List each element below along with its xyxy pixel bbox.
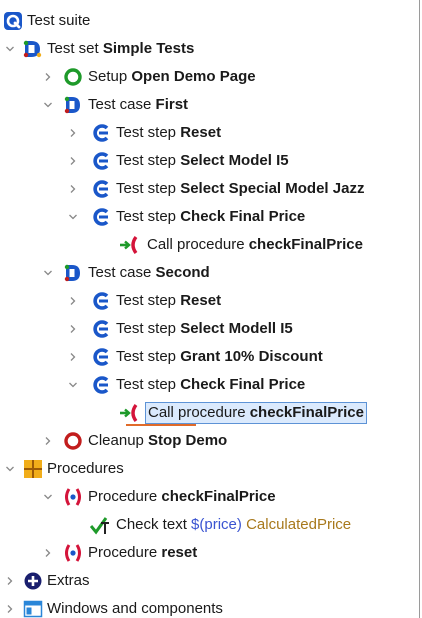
procedure-call-icon — [118, 399, 140, 427]
tree-node-label: Test case Second — [88, 264, 210, 281]
setup-icon — [62, 63, 84, 91]
tree-node-label: Cleanup Stop Demo — [88, 432, 228, 449]
chevron-down-icon[interactable] — [66, 203, 80, 231]
tree-node-test-case[interactable]: Test case Second — [0, 259, 419, 287]
procedure-icon — [62, 539, 84, 567]
tree-node-test-case[interactable]: Test case First — [0, 91, 419, 119]
tree-node-procedures[interactable]: Procedures — [0, 455, 419, 483]
extras-icon — [22, 567, 44, 595]
tree-node-test-step[interactable]: Test step Check Final Price — [0, 371, 419, 399]
procedure-icon — [62, 483, 84, 511]
tree-node-test-step[interactable]: Test step Reset — [0, 119, 419, 147]
tree-node-label: Call procedure checkFinalPrice — [147, 236, 363, 253]
tree-node-test-set[interactable]: Test set Simple Tests — [0, 35, 419, 63]
chevron-right-icon[interactable] — [3, 595, 17, 618]
insertion-marker — [126, 424, 196, 426]
tree-node-label: Test suite — [27, 12, 91, 29]
chevron-down-icon[interactable] — [41, 259, 55, 287]
package-icon — [22, 455, 44, 483]
chevron-down-icon[interactable] — [3, 455, 17, 483]
tree-node-label: Procedure reset — [88, 544, 198, 561]
test-suite-tree: Test suite Test set Simple Tests Setup O… — [0, 7, 419, 618]
test-step-icon — [90, 119, 112, 147]
test-step-icon — [90, 371, 112, 399]
chevron-right-icon[interactable] — [66, 343, 80, 371]
chevron-down-icon[interactable] — [41, 483, 55, 511]
chevron-right-icon[interactable] — [66, 147, 80, 175]
test-step-icon — [90, 147, 112, 175]
test-set-icon — [22, 35, 44, 63]
chevron-right-icon[interactable] — [66, 287, 80, 315]
tree-node-procedure[interactable]: Procedure reset — [0, 539, 419, 567]
tree-node-label: Test step Check Final Price — [116, 208, 306, 225]
tree-node-test-step[interactable]: Test step Reset — [0, 287, 419, 315]
chevron-right-icon[interactable] — [41, 427, 55, 455]
test-case-icon — [62, 259, 84, 287]
window-icon — [22, 595, 44, 618]
check-text-icon — [89, 511, 111, 539]
tree-node-test-step[interactable]: Test step Select Modell I5 — [0, 315, 419, 343]
test-suite-tree-panel: Test suite Test set Simple Tests Setup O… — [0, 0, 420, 618]
tree-node-setup[interactable]: Setup Open Demo Page — [0, 63, 419, 91]
test-step-icon — [90, 315, 112, 343]
tree-node-label: Test step Select Modell I5 — [116, 320, 293, 337]
tree-node-label: Test step Select Special Model Jazz — [116, 180, 365, 197]
chevron-right-icon[interactable] — [41, 63, 55, 91]
tree-node-label: Test step Check Final Price — [116, 376, 306, 393]
component-reference: CalculatedPrice — [246, 516, 352, 533]
test-suite-icon — [2, 7, 24, 35]
tree-node-label: Test case First — [88, 96, 189, 113]
tree-node-extras[interactable]: Extras — [0, 567, 419, 595]
tree-node-label: Procedure checkFinalPrice — [88, 488, 276, 505]
chevron-down-icon[interactable] — [66, 371, 80, 399]
cleanup-icon — [62, 427, 84, 455]
chevron-right-icon[interactable] — [66, 119, 80, 147]
tree-node-label: Windows and components — [47, 600, 223, 617]
test-case-icon — [62, 91, 84, 119]
tree-node-test-step[interactable]: Test step Select Model I5 — [0, 147, 419, 175]
procedure-call-icon — [118, 231, 140, 259]
tree-node-test-step[interactable]: Test step Grant 10% Discount — [0, 343, 419, 371]
tree-node-label: Test step Reset — [116, 292, 222, 309]
tree-node-procedure-call[interactable]: Call procedure checkFinalPrice — [0, 231, 419, 259]
tree-node-test-step[interactable]: Test step Select Special Model Jazz — [0, 175, 419, 203]
tree-node-label: Call procedure checkFinalPrice — [145, 402, 367, 424]
test-step-icon — [90, 175, 112, 203]
test-step-icon — [90, 343, 112, 371]
tree-node-label: Procedures — [47, 460, 124, 477]
tree-node-label: Check text $(price) CalculatedPrice — [116, 516, 352, 533]
tree-node-test-step[interactable]: Test step Check Final Price — [0, 203, 419, 231]
tree-node-cleanup[interactable]: Cleanup Stop Demo — [0, 427, 419, 455]
tree-node-windows-and-components[interactable]: Windows and components — [0, 595, 419, 618]
tree-node-label: Setup Open Demo Page — [88, 68, 256, 85]
test-step-icon — [90, 287, 112, 315]
tree-node-check-text[interactable]: Check text $(price) CalculatedPrice — [0, 511, 419, 539]
chevron-right-icon[interactable] — [3, 567, 17, 595]
tree-node-label: Extras — [47, 572, 90, 589]
variable-reference: $(price) — [191, 516, 242, 533]
chevron-down-icon[interactable] — [41, 91, 55, 119]
tree-node-label: Test step Select Model I5 — [116, 152, 289, 169]
tree-node-label: Test step Grant 10% Discount — [116, 348, 323, 365]
tree-node-label: Test set Simple Tests — [47, 40, 195, 57]
tree-node-procedure[interactable]: Procedure checkFinalPrice — [0, 483, 419, 511]
test-step-icon — [90, 203, 112, 231]
tree-node-procedure-call-selected[interactable]: Call procedure checkFinalPrice — [0, 399, 419, 427]
chevron-right-icon[interactable] — [66, 315, 80, 343]
chevron-right-icon[interactable] — [41, 539, 55, 567]
tree-node-label: Test step Reset — [116, 124, 222, 141]
chevron-right-icon[interactable] — [66, 175, 80, 203]
tree-node-test-suite[interactable]: Test suite — [0, 7, 419, 35]
chevron-down-icon[interactable] — [3, 35, 17, 63]
